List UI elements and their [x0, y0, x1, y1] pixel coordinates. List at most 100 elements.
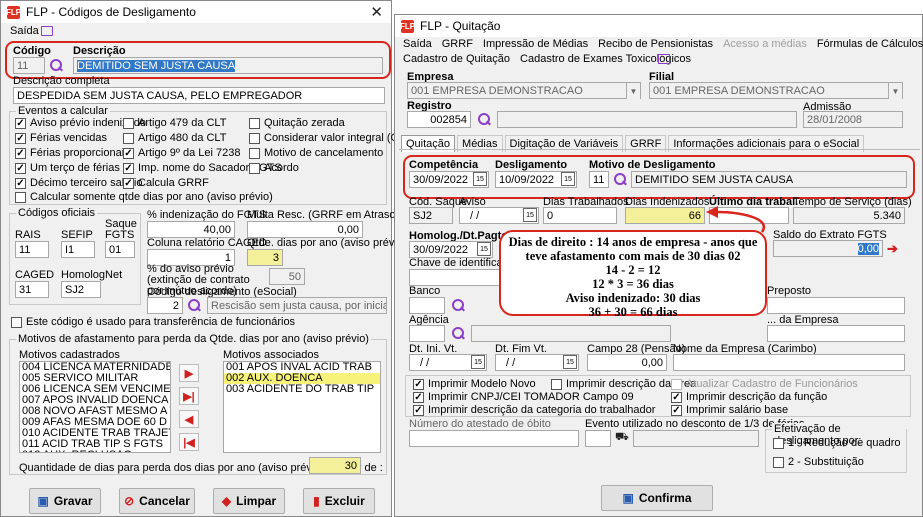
screen-icon[interactable]: [658, 54, 670, 64]
print-option-checkbox[interactable]: ✓ Imprimir descrição da função: [671, 391, 827, 403]
print-option-checkbox[interactable]: Atualizar Cadastro de Funcionários: [671, 378, 858, 390]
cancelar-button[interactable]: ⊘ Cancelar: [119, 488, 195, 514]
search-icon[interactable]: [451, 298, 465, 312]
event-checkbox[interactable]: Quitação zerada: [249, 117, 345, 129]
empresa-ext-field[interactable]: [767, 325, 905, 342]
event-checkbox[interactable]: Motivo de cancelamento: [249, 147, 383, 159]
dias-inden-field[interactable]: 66: [625, 207, 705, 224]
list-item[interactable]: 003 ACIDENTE DO TRAB TIP: [224, 384, 380, 395]
checkbox-box: [11, 316, 22, 328]
calendar-icon[interactable]: 15: [471, 355, 485, 369]
pct-aviso-field[interactable]: 50: [269, 268, 305, 285]
menu-item[interactable]: Recibo de Pensionistas: [598, 38, 713, 50]
checkbox-box: ✓: [413, 404, 424, 416]
desc-completa-field[interactable]: DESPEDIDA SEM JUSTA CAUSA, PELO EMPREGAD…: [13, 87, 385, 104]
cod-saque-field[interactable]: SJ2: [409, 207, 453, 224]
chevron-down-icon[interactable]: ▼: [626, 83, 640, 99]
agencia-field[interactable]: [409, 325, 445, 342]
limpar-button[interactable]: ◆ Limpar: [213, 488, 285, 514]
cod-esocial-field[interactable]: 2: [147, 297, 183, 314]
print-option-checkbox[interactable]: ✓ Imprimir descrição da categoria do trab…: [413, 404, 655, 416]
event-checkbox[interactable]: ✓ Calcula GRRF: [123, 177, 209, 189]
reducao-checkbox[interactable]: 1 - Redução de quadro: [773, 437, 901, 449]
chevron-down-icon[interactable]: ▼: [888, 83, 902, 99]
move-left-button[interactable]: ◀: [179, 410, 199, 428]
calendar-icon[interactable]: 15: [477, 242, 491, 256]
motivos-associados-list[interactable]: 001 APOS INVAL ACID TRAB 002 AUX. DOENCA 0…: [223, 361, 381, 453]
calendar-icon[interactable]: 15: [473, 172, 487, 186]
motivo-code-field[interactable]: 11: [589, 171, 609, 188]
tempo-servico-field[interactable]: 5.340: [793, 207, 905, 224]
right-titlebar: FLP FLP - Quitação: [395, 15, 922, 37]
motivos-cadastrados-list[interactable]: 004 LICENCA MATERNIDADE 005 SERVICO MILIT…: [19, 361, 171, 453]
move-all-left-button[interactable]: |◀: [179, 433, 199, 451]
multa-field[interactable]: 0,00: [247, 221, 363, 238]
excluir-button[interactable]: ▮ Excluir: [303, 488, 375, 514]
event-checkbox[interactable]: ✓ Um terço de férias: [15, 162, 120, 174]
event-checkbox[interactable]: ✓ Artigo 9º da Lei 7238: [123, 147, 240, 159]
qtde-label: Qtde. dias por ano (aviso prévio): [247, 237, 407, 249]
qtd-perda-field[interactable]: 30: [309, 457, 361, 474]
event-checkbox[interactable]: Artigo 479 da CLT: [123, 117, 226, 129]
menu-item[interactable]: Acesso a médias: [723, 38, 807, 50]
homolognet-field[interactable]: SJ2: [61, 281, 101, 298]
empresa-field[interactable]: 001 EMPRESA DEMONSTRACAO: [407, 82, 641, 99]
campo28-field[interactable]: 0,00: [587, 354, 667, 371]
registro-field[interactable]: 002854: [407, 111, 471, 128]
sefip-field[interactable]: I1: [61, 241, 95, 258]
rais-field[interactable]: 11: [15, 241, 49, 258]
admissao-field[interactable]: 28/01/2008: [803, 111, 903, 128]
evento-field[interactable]: [585, 430, 611, 447]
banco-field[interactable]: [409, 297, 445, 314]
eventos-title: Eventos a calcular: [16, 105, 110, 117]
calendar-icon[interactable]: 15: [563, 355, 577, 369]
print-option-checkbox[interactable]: ✓ Imprimir salário base: [671, 404, 788, 416]
menu-item[interactable]: Saída: [403, 38, 432, 50]
list-item[interactable]: 012 AUX. RECLUSAO: [20, 450, 170, 453]
event-checkbox[interactable]: ✓ Férias vencidas: [15, 132, 107, 144]
caged-field[interactable]: 31: [15, 281, 49, 298]
search-icon[interactable]: [613, 172, 627, 186]
search-icon[interactable]: ⛟: [615, 431, 629, 445]
menu-item[interactable]: Impressão de Médias: [483, 38, 588, 50]
print-option-checkbox[interactable]: ✓ Imprimir CNPJ/CEI TOMADOR Campo 09: [413, 391, 634, 403]
menu-saida[interactable]: Saída: [10, 25, 39, 37]
move-all-right-button[interactable]: ▶|: [179, 387, 199, 405]
move-right-button[interactable]: ▶: [179, 364, 199, 382]
saque-field[interactable]: 01: [105, 241, 135, 258]
arrow-icon[interactable]: ➔: [887, 241, 898, 257]
gravar-button[interactable]: ▣ Gravar: [29, 488, 101, 514]
calendar-icon[interactable]: 15: [561, 172, 575, 186]
print-option-label: Imprimir descrição da categoria do traba…: [428, 404, 656, 416]
preposto-field[interactable]: [767, 297, 905, 314]
search-icon[interactable]: [477, 112, 491, 126]
calc-qtde-checkbox[interactable]: Calcular somente qtde dias por ano (avis…: [15, 191, 273, 203]
transf-checkbox[interactable]: Este código é usado para transferência d…: [11, 316, 295, 328]
chave-field[interactable]: [409, 269, 509, 286]
event-checkbox[interactable]: Artigo 480 da CLT: [123, 132, 226, 144]
filial-field[interactable]: 001 EMPRESA DEMONSTRACAO: [649, 82, 903, 99]
nome-empresa-field[interactable]: [673, 354, 905, 371]
descricao-field[interactable]: DEMITIDO SEM JUSTA CAUSA: [73, 57, 383, 74]
search-icon[interactable]: [451, 326, 465, 340]
event-checkbox[interactable]: ✓ Férias proporcionais: [15, 147, 130, 159]
close-icon[interactable]: ✕: [370, 3, 383, 21]
confirma-button[interactable]: ▣ Confirma: [601, 485, 713, 511]
search-icon[interactable]: [49, 58, 63, 72]
saldo-field[interactable]: 0,00: [773, 240, 883, 257]
event-label: Artigo 9º da Lei 7238: [138, 147, 241, 159]
dias-trab-field[interactable]: 0: [543, 207, 617, 224]
pct-fgts-field[interactable]: 40,00: [147, 221, 235, 238]
screen-icon[interactable]: [41, 26, 53, 36]
codigo-field[interactable]: 11: [13, 57, 45, 74]
event-checkbox[interactable]: Acordo: [249, 162, 299, 174]
menu-item[interactable]: Cadastro de Quitação: [403, 53, 510, 65]
desligamento-label: Desligamento: [495, 159, 568, 171]
calendar-icon[interactable]: 15: [523, 208, 537, 222]
menu-item[interactable]: GRRF: [442, 38, 473, 50]
print-option-checkbox[interactable]: ✓ Imprimir Modelo Novo: [413, 378, 536, 390]
atestado-field[interactable]: [409, 430, 579, 447]
substituicao-checkbox[interactable]: 2 - Substituição: [773, 456, 864, 468]
menu-item[interactable]: Fórmulas de Cálculos: [817, 38, 923, 50]
search-icon[interactable]: [187, 298, 201, 312]
